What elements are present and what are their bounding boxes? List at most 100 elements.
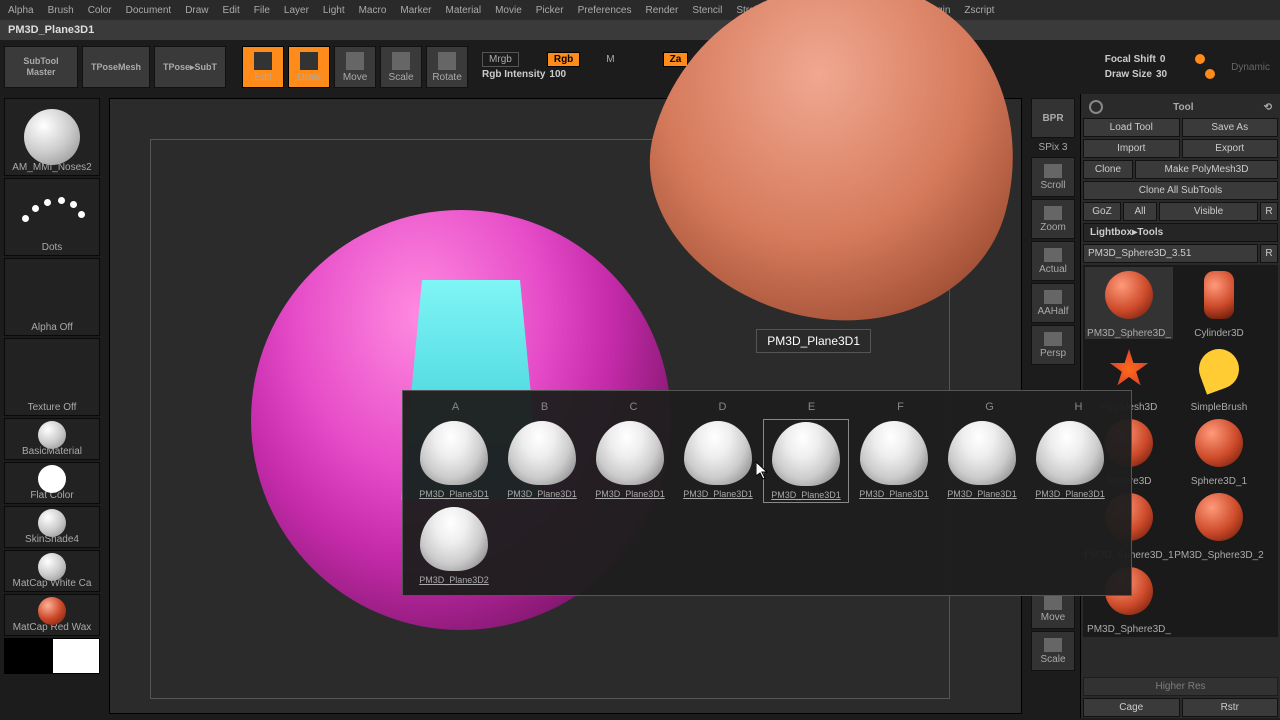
goz-all-button[interactable]: All xyxy=(1123,202,1157,221)
focal-shift-label: Focal Shift xyxy=(1105,54,1156,65)
viewport-scale-button[interactable]: Scale xyxy=(1031,631,1075,671)
edit-icon xyxy=(254,52,272,70)
clone-button[interactable]: Clone xyxy=(1083,160,1133,179)
menu-layer[interactable]: Layer xyxy=(284,5,309,16)
clone-all-button[interactable]: Clone All SubTools xyxy=(1083,181,1278,200)
goz-r-button[interactable]: R xyxy=(1260,202,1278,221)
goz-button[interactable]: GoZ xyxy=(1083,202,1121,221)
menu-stencil[interactable]: Stencil xyxy=(692,5,722,16)
rstr-button[interactable]: Rstr xyxy=(1182,698,1279,717)
import-button[interactable]: Import xyxy=(1083,139,1180,158)
menu-brush[interactable]: Brush xyxy=(48,5,74,16)
tool-thumb[interactable]: Sphere3D_1 xyxy=(1175,415,1263,487)
main-menu: Alpha Brush Color Document Draw Edit Fil… xyxy=(0,0,1280,20)
menu-light[interactable]: Light xyxy=(323,5,345,16)
rgb-intensity-value[interactable]: 100 xyxy=(549,69,566,80)
preset-item[interactable]: PM3D_Plane3D1 xyxy=(1027,419,1113,503)
menu-edit[interactable]: Edit xyxy=(223,5,240,16)
persp-button[interactable]: Persp xyxy=(1031,325,1075,365)
preset-item[interactable]: PM3D_Plane3D1 xyxy=(675,419,761,503)
tool-thumb[interactable]: SimpleBrush xyxy=(1175,341,1263,413)
tposemesh-button[interactable]: TPoseMesh xyxy=(82,46,150,88)
draw-mode-button[interactable]: Draw xyxy=(288,46,330,88)
export-button[interactable]: Export xyxy=(1182,139,1279,158)
m-toggle[interactable]: M xyxy=(606,54,614,65)
color-swatch[interactable] xyxy=(4,638,100,674)
rgb-toggle[interactable]: Rgb xyxy=(547,52,580,67)
sphere-icon xyxy=(1105,271,1153,319)
material-skinshade[interactable]: SkinShade4 xyxy=(4,506,100,548)
nose-icon xyxy=(684,421,752,485)
menu-draw[interactable]: Draw xyxy=(185,5,208,16)
menu-file[interactable]: File xyxy=(254,5,270,16)
menu-movie[interactable]: Movie xyxy=(495,5,522,16)
focal-shift-slider[interactable] xyxy=(1195,54,1205,64)
zoom-button[interactable]: Zoom xyxy=(1031,199,1075,239)
menu-alpha[interactable]: Alpha xyxy=(8,5,34,16)
rotate-mode-button[interactable]: Rotate xyxy=(426,46,468,88)
secondary-color[interactable] xyxy=(4,638,52,674)
stroke-thumb[interactable]: Dots xyxy=(4,178,100,256)
current-tool-name[interactable]: PM3D_Sphere3D_3.51 xyxy=(1083,244,1258,263)
material-white[interactable]: MatCap White Ca xyxy=(4,550,100,592)
scroll-button[interactable]: Scroll xyxy=(1031,157,1075,197)
tool-r-button[interactable]: R xyxy=(1260,244,1278,263)
material-basic[interactable]: BasicMaterial xyxy=(4,418,100,460)
refresh-icon[interactable]: ⟲ xyxy=(1264,102,1272,113)
menu-preferences[interactable]: Preferences xyxy=(578,5,632,16)
edit-mode-button[interactable]: Edit xyxy=(242,46,284,88)
tool-thumb[interactable]: PM3D_Sphere3D_ xyxy=(1085,267,1173,339)
mrgb-toggle[interactable]: Mrgb xyxy=(482,52,519,67)
bpr-button[interactable]: BPR xyxy=(1031,98,1075,138)
load-tool-button[interactable]: Load Tool xyxy=(1083,118,1180,137)
zadd-toggle[interactable]: Za xyxy=(663,52,689,67)
menu-render[interactable]: Render xyxy=(646,5,679,16)
menu-marker[interactable]: Marker xyxy=(400,5,431,16)
gear-icon[interactable] xyxy=(1089,100,1103,114)
menu-material[interactable]: Material xyxy=(446,5,482,16)
tool-panel-title: Tool xyxy=(1173,102,1193,113)
spix-value[interactable]: SPix 3 xyxy=(1037,140,1070,155)
menu-document[interactable]: Document xyxy=(126,5,172,16)
save-as-button[interactable]: Save As xyxy=(1182,118,1279,137)
tool-thumb[interactable]: PM3D_Sphere3D_2 xyxy=(1175,489,1263,561)
menu-picker[interactable]: Picker xyxy=(536,5,564,16)
column-headers: ABCDEFGH xyxy=(411,399,1123,419)
primary-color[interactable] xyxy=(52,638,100,674)
goz-visible-button[interactable]: Visible xyxy=(1159,202,1258,221)
preset-item[interactable]: PM3D_Plane3D1 xyxy=(939,419,1025,503)
move-mode-button[interactable]: Move xyxy=(334,46,376,88)
draw-size-value[interactable]: 30 xyxy=(1156,69,1167,80)
dynamic-label[interactable]: Dynamic xyxy=(1231,62,1270,73)
preset-item[interactable]: PM3D_Plane3D1 xyxy=(499,419,585,503)
preset-item[interactable]: PM3D_Plane3D2 xyxy=(411,505,497,587)
draw-size-slider[interactable] xyxy=(1205,69,1215,79)
brush-thumb[interactable]: AM_MMI_Noses2 xyxy=(4,98,100,176)
preset-item[interactable]: PM3D_Plane3D1 xyxy=(411,419,497,503)
preset-item[interactable]: PM3D_Plane3D1 xyxy=(587,419,673,503)
preset-item-selected[interactable]: PM3D_Plane3D1 xyxy=(763,419,849,503)
sphere-icon xyxy=(38,509,66,537)
actual-button[interactable]: Actual xyxy=(1031,241,1075,281)
texture-thumb[interactable]: Texture Off xyxy=(4,338,100,416)
higher-res-button[interactable]: Higher Res xyxy=(1083,677,1278,696)
material-flat[interactable]: Flat Color xyxy=(4,462,100,504)
tool-thumb[interactable]: Cylinder3D xyxy=(1175,267,1263,339)
left-tray: AM_MMI_Noses2 Dots Alpha Off Texture Off… xyxy=(0,94,105,718)
lightbox-tools-button[interactable]: Lightbox▸Tools xyxy=(1083,223,1278,242)
scale-icon xyxy=(392,52,410,70)
preset-item[interactable]: PM3D_Plane3D1 xyxy=(851,419,937,503)
focal-shift-value[interactable]: 0 xyxy=(1160,54,1166,65)
scale-mode-button[interactable]: Scale xyxy=(380,46,422,88)
menu-color[interactable]: Color xyxy=(88,5,112,16)
make-polymesh-button[interactable]: Make PolyMesh3D xyxy=(1135,160,1278,179)
tpose-subt-button[interactable]: TPose▸SubT xyxy=(154,46,226,88)
menu-zscript[interactable]: Zscript xyxy=(964,5,994,16)
alpha-thumb[interactable]: Alpha Off xyxy=(4,258,100,336)
menu-macro[interactable]: Macro xyxy=(359,5,387,16)
subtool-master-button[interactable]: SubTool Master xyxy=(4,46,78,88)
material-redwax[interactable]: MatCap Red Wax xyxy=(4,594,100,636)
cage-button[interactable]: Cage xyxy=(1083,698,1180,717)
move-icon xyxy=(346,52,364,70)
aahalf-button[interactable]: AAHalf xyxy=(1031,283,1075,323)
